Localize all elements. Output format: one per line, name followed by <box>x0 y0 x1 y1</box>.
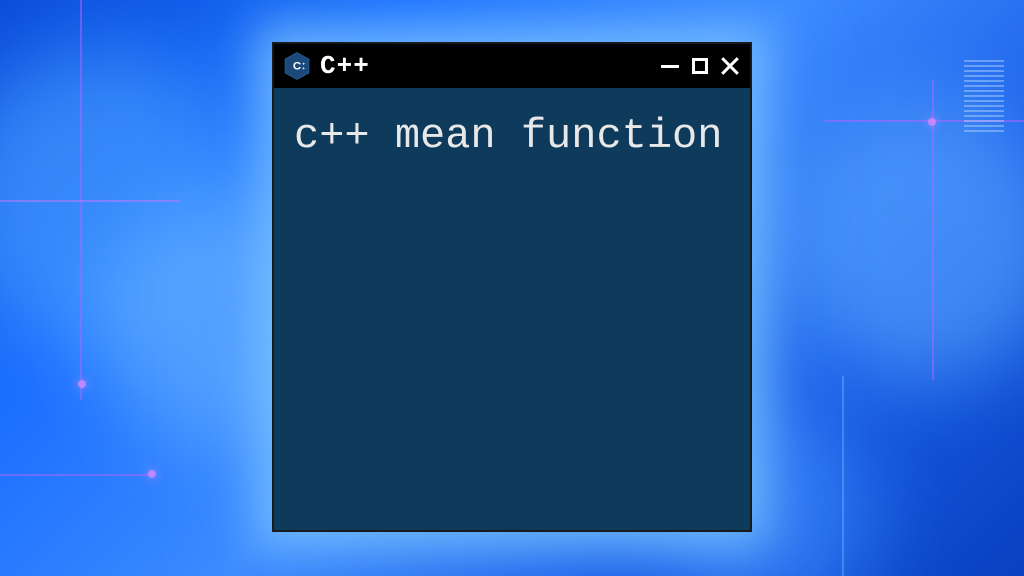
window-content: c++ mean function <box>274 88 750 184</box>
minimize-button[interactable] <box>658 54 682 78</box>
maximize-icon <box>692 58 708 74</box>
circuit-line <box>0 200 180 202</box>
circuit-node <box>148 470 156 478</box>
close-icon <box>720 56 740 76</box>
barcode-decoration <box>964 60 1004 180</box>
svg-text:+: + <box>302 62 305 67</box>
circuit-line <box>0 474 150 476</box>
content-text: c++ mean function <box>294 112 730 160</box>
minimize-icon <box>661 65 679 68</box>
cpp-hexagon-icon: C + + <box>282 51 312 81</box>
svg-text:+: + <box>302 67 305 72</box>
window-title: C++ <box>320 51 650 81</box>
svg-text:C: C <box>293 61 301 73</box>
titlebar[interactable]: C + + C++ <box>274 44 750 88</box>
maximize-button[interactable] <box>688 54 712 78</box>
app-window: C + + C++ c++ mean function <box>272 42 752 532</box>
circuit-node <box>928 118 936 126</box>
circuit-node <box>78 380 86 388</box>
close-button[interactable] <box>718 54 742 78</box>
circuit-line <box>842 376 844 576</box>
window-controls <box>658 54 742 78</box>
